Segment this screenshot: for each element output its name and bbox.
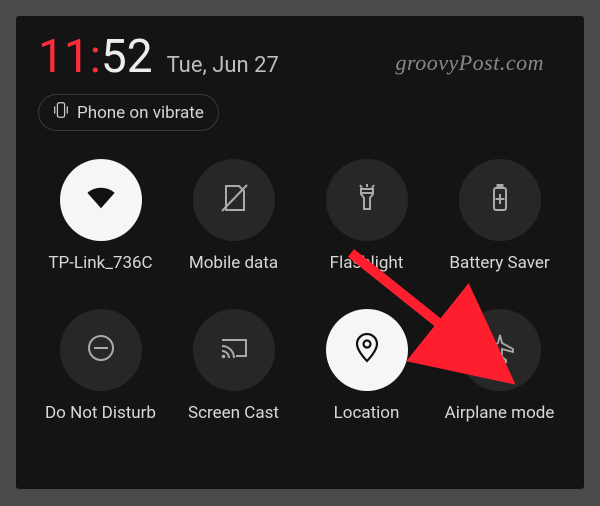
mobiledata-label: Mobile data bbox=[189, 253, 278, 273]
tile-airplane: Airplane mode bbox=[437, 309, 562, 423]
vibrate-label: Phone on vibrate bbox=[77, 103, 204, 123]
location-toggle[interactable] bbox=[326, 309, 408, 391]
battery-label: Battery Saver bbox=[449, 253, 549, 273]
tile-dnd: Do Not Disturb bbox=[38, 309, 163, 423]
wifi-icon bbox=[84, 181, 118, 219]
tile-mobiledata: Mobile data bbox=[171, 159, 296, 273]
cast-icon bbox=[217, 331, 251, 369]
vibrate-chip[interactable]: Phone on vibrate bbox=[38, 94, 219, 131]
battery-toggle[interactable] bbox=[459, 159, 541, 241]
dnd-toggle[interactable] bbox=[60, 309, 142, 391]
clock-minutes: 52 bbox=[101, 30, 153, 84]
flashlight-toggle[interactable] bbox=[326, 159, 408, 241]
location-pin-icon bbox=[350, 331, 384, 369]
airplane-toggle[interactable] bbox=[459, 309, 541, 391]
cast-label: Screen Cast bbox=[188, 403, 279, 423]
clock-hours: 11 bbox=[38, 30, 90, 84]
notification-shade: groovyPost.com 11:52 Tue, Jun 27 Phone o… bbox=[16, 16, 584, 489]
cast-toggle[interactable] bbox=[193, 309, 275, 391]
quick-settings-grid: TP-Link_736C Mobile data bbox=[38, 159, 562, 423]
airplane-label: Airplane mode bbox=[445, 403, 555, 423]
tile-wifi: TP-Link_736C bbox=[38, 159, 163, 273]
sim-off-icon bbox=[217, 181, 251, 219]
clock-colon: : bbox=[90, 30, 101, 84]
location-label: Location bbox=[334, 403, 400, 423]
vibrate-icon bbox=[53, 101, 69, 124]
tile-battery: Battery Saver bbox=[437, 159, 562, 273]
dnd-label: Do Not Disturb bbox=[45, 403, 156, 423]
tile-location: Location bbox=[304, 309, 429, 423]
mobiledata-toggle[interactable] bbox=[193, 159, 275, 241]
clock: 11:52 bbox=[38, 34, 153, 80]
wifi-label: TP-Link_736C bbox=[48, 253, 152, 273]
tile-flashlight: Flashlight bbox=[304, 159, 429, 273]
dnd-icon bbox=[84, 331, 118, 369]
tile-cast: Screen Cast bbox=[171, 309, 296, 423]
date: Tue, Jun 27 bbox=[167, 53, 279, 78]
flashlight-icon bbox=[350, 181, 384, 219]
battery-plus-icon bbox=[483, 181, 517, 219]
watermark: groovyPost.com bbox=[395, 50, 544, 76]
wifi-toggle[interactable] bbox=[60, 159, 142, 241]
flashlight-label: Flashlight bbox=[330, 253, 404, 273]
airplane-icon bbox=[483, 331, 517, 369]
